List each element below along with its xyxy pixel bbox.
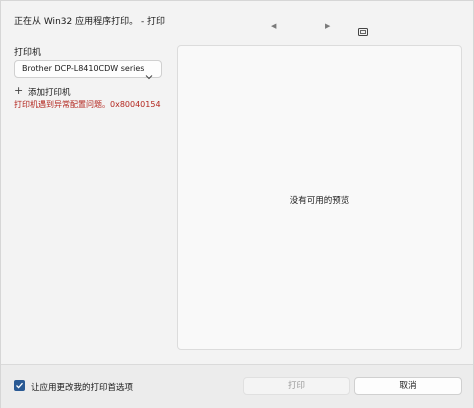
cancel-button[interactable]: 取消 <box>354 377 462 395</box>
fit-page-icon[interactable] <box>358 21 368 36</box>
caret-right-icon[interactable]: ▶ <box>325 22 330 30</box>
allow-app-preferences-label[interactable]: 让应用更改我的打印首选项 <box>31 381 133 393</box>
checkmark-icon <box>16 382 23 389</box>
window-title: 正在从 Win32 应用程序打印。 - 打印 <box>14 17 166 27</box>
chevron-down-icon <box>145 65 153 80</box>
printer-select[interactable]: Brother DCP-L8410CDW series <box>14 60 162 80</box>
print-dialog: 正在从 Win32 应用程序打印。 - 打印 ◀ ▶ 打印机 Brother D… <box>0 0 474 408</box>
add-printer-label: 添加打印机 <box>28 88 71 98</box>
printer-label: 打印机 <box>14 48 42 58</box>
no-preview-message: 没有可用的预览 <box>289 196 350 206</box>
printer-select-value: Brother DCP-L8410CDW series <box>22 64 145 73</box>
print-preview-pane: 没有可用的预览 <box>177 45 462 350</box>
print-button[interactable]: 打印 <box>243 377 350 395</box>
dialog-footer: 让应用更改我的打印首选项 打印 取消 <box>1 364 473 408</box>
allow-app-preferences-checkbox[interactable] <box>14 380 25 391</box>
plus-icon: + <box>14 84 24 97</box>
caret-left-icon[interactable]: ◀ <box>271 22 276 30</box>
printer-error-message: 打印机遇到异常配置问题。0x80040154 <box>14 100 161 109</box>
